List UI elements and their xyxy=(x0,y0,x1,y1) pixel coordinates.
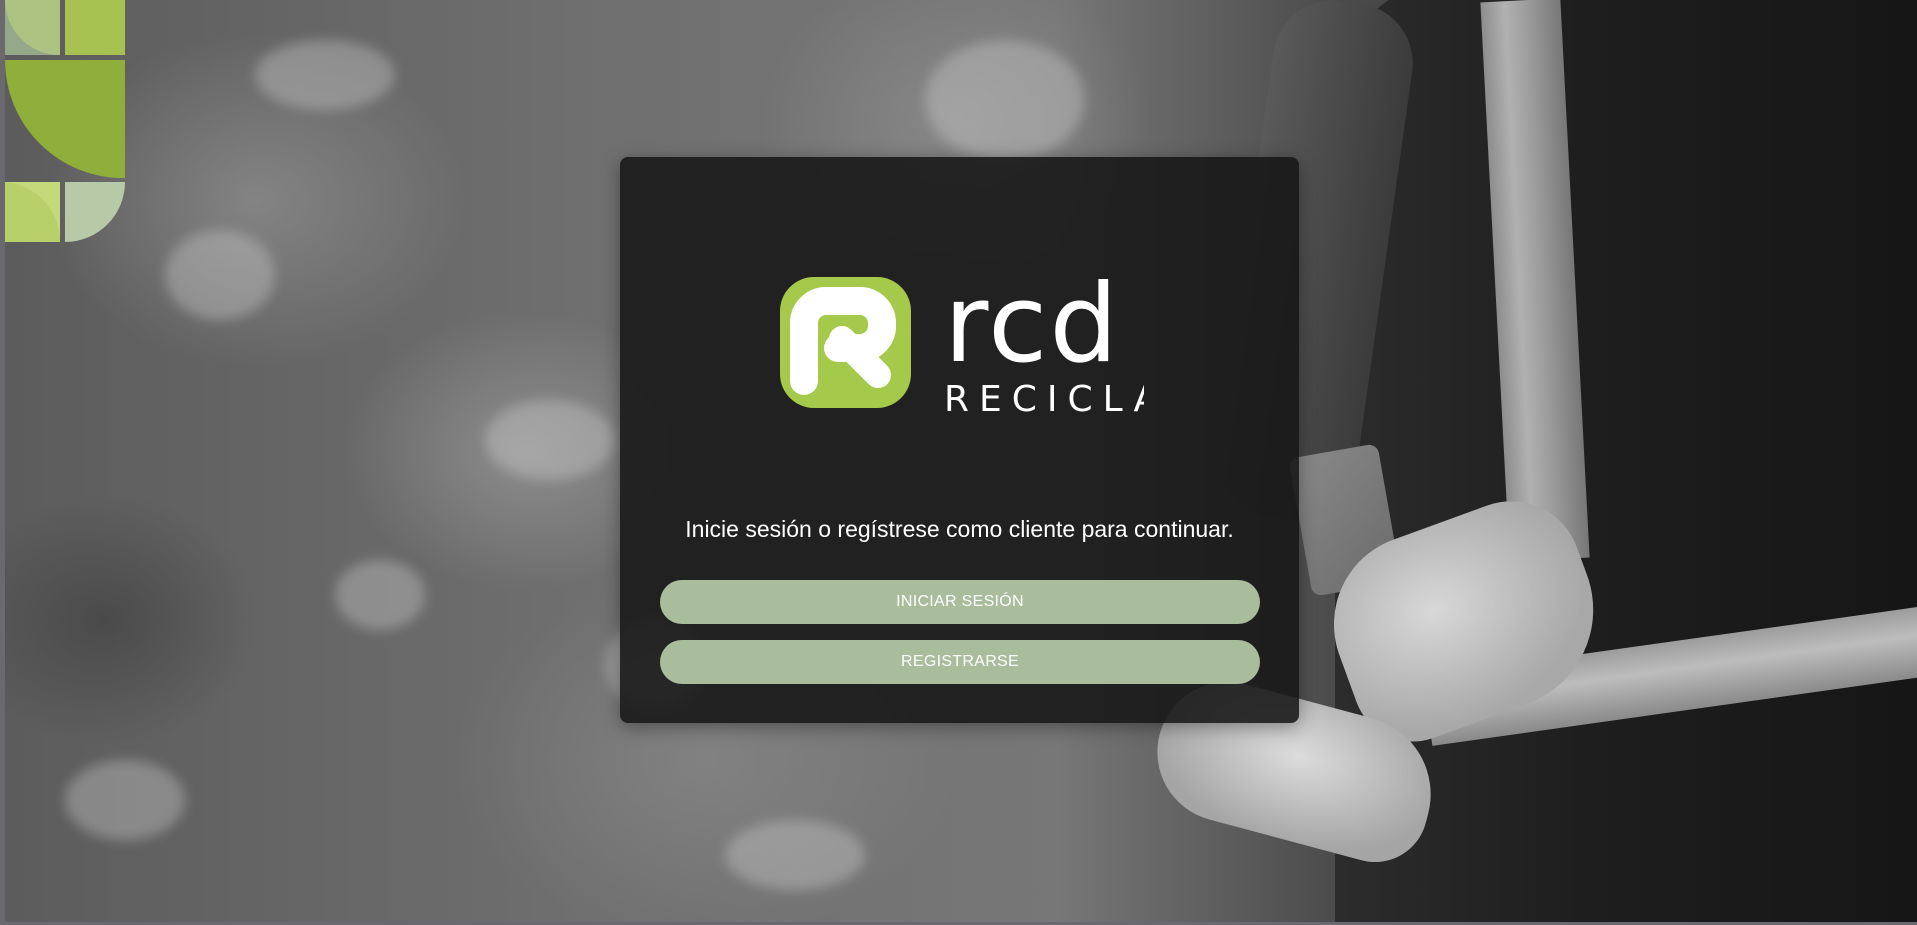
svg-text:RECICLAJE: RECICLAJE xyxy=(944,379,1144,415)
auth-card: rcd RECICLAJE Inicie sesión o regístrese… xyxy=(620,157,1299,723)
brand-wordmark: rcd RECICLAJE xyxy=(944,275,1144,415)
auth-message: Inicie sesión o regístrese como cliente … xyxy=(685,516,1234,542)
corner-decoration xyxy=(5,0,125,242)
brand-logo: rcd RECICLAJE xyxy=(780,275,1150,417)
svg-text:rcd: rcd xyxy=(944,275,1120,387)
login-page: rcd RECICLAJE Inicie sesión o regístrese… xyxy=(0,0,1917,925)
rcd-recycle-logo-icon xyxy=(780,277,911,408)
register-button[interactable]: REGISTRARSE xyxy=(660,640,1260,684)
login-button[interactable]: INICIAR SESIÓN xyxy=(660,580,1260,624)
